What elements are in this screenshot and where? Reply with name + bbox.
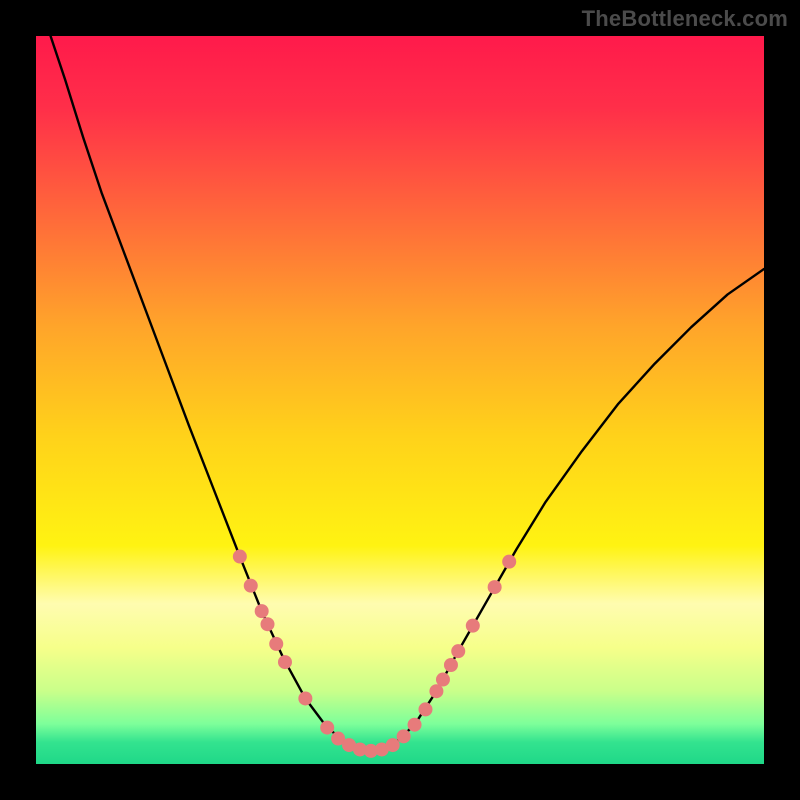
data-marker (408, 718, 422, 732)
data-marker (255, 604, 269, 618)
data-marker (278, 655, 292, 669)
data-marker (444, 658, 458, 672)
chart-frame: TheBottleneck.com (0, 0, 800, 800)
data-marker (261, 617, 275, 631)
watermark: TheBottleneck.com (582, 6, 788, 32)
gradient-background (36, 36, 764, 764)
plot-area (36, 36, 764, 764)
data-marker (436, 673, 450, 687)
data-marker (451, 644, 465, 658)
data-marker (233, 550, 247, 564)
data-marker (502, 555, 516, 569)
data-marker (320, 721, 334, 735)
data-marker (244, 579, 258, 593)
data-marker (418, 702, 432, 716)
data-marker (386, 738, 400, 752)
data-marker (298, 691, 312, 705)
data-marker (269, 637, 283, 651)
data-marker (488, 580, 502, 594)
data-marker (397, 729, 411, 743)
chart-canvas (36, 36, 764, 764)
data-marker (466, 619, 480, 633)
